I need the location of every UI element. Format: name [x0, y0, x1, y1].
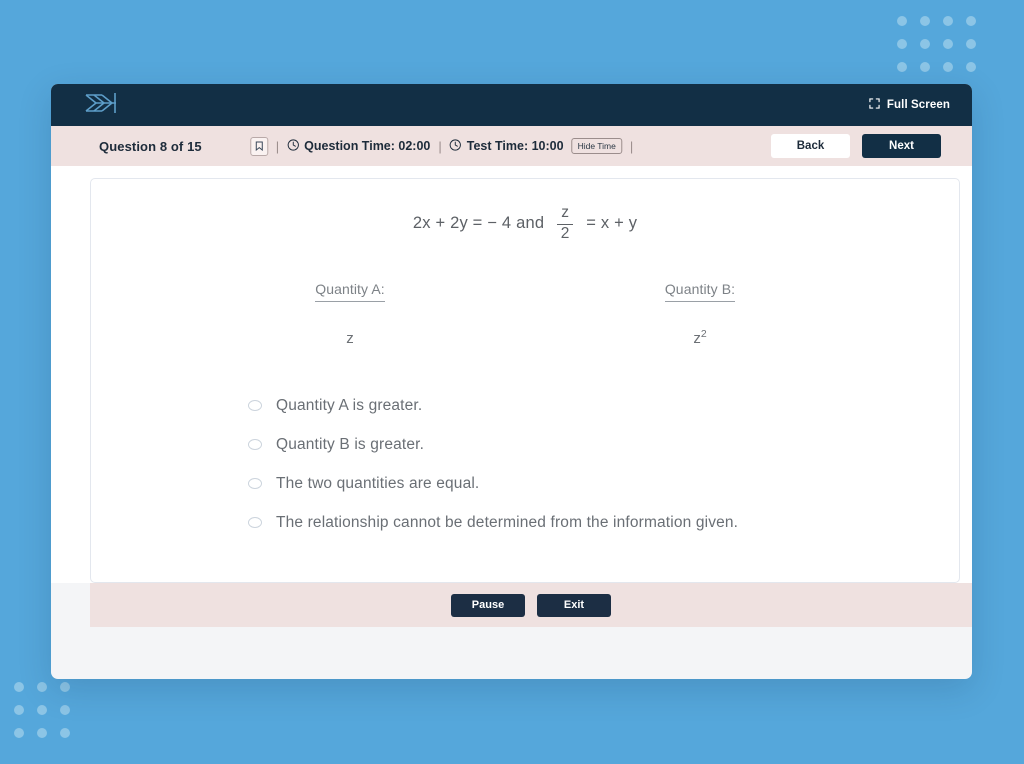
dot [60, 705, 70, 715]
decorative-dots-bottom-left [14, 682, 70, 738]
dot [943, 39, 953, 49]
question-timer: Question Time: 02:00 [287, 138, 431, 154]
dot [897, 62, 907, 72]
dot [897, 16, 907, 26]
equation-right: = x + y [586, 214, 638, 233]
answer-options: Quantity A is greater. Quantity B is gre… [125, 397, 925, 532]
dot [920, 16, 930, 26]
quantity-a-base: z [346, 329, 354, 347]
answer-option-b[interactable]: Quantity B is greater. [248, 436, 925, 454]
question-card: 2x + 2y = − 4 and z 2 = x + y Quantity A… [90, 178, 960, 583]
fraction-z-over-2: z 2 [557, 204, 574, 243]
dot [60, 728, 70, 738]
dot [37, 682, 47, 692]
answer-option-a[interactable]: Quantity A is greater. [248, 397, 925, 415]
toolbar-separator: | [438, 138, 442, 154]
toolbar-separator: | [629, 138, 634, 154]
equation-left: 2x + 2y = − 4 and [412, 214, 545, 233]
question-body-area: 2x + 2y = − 4 and z 2 = x + y Quantity A… [51, 166, 972, 583]
quantity-comparison: Quantity A: z Quantity B: z2 [125, 281, 925, 347]
arrow-fletching-logo[interactable] [84, 91, 124, 120]
answer-option-label: The two quantities are equal. [276, 474, 480, 492]
radio-button-icon[interactable] [248, 478, 262, 490]
test-window: Full Screen Question 8 of 15 | Question … [51, 84, 972, 679]
answer-option-label: Quantity A is greater. [276, 396, 423, 414]
dot [920, 62, 930, 72]
question-time-label: Question Time: 02:00 [304, 139, 431, 153]
dot [943, 16, 953, 26]
toolbar-center-group: | Question Time: 02:00 | Test Time: 10:0… [249, 136, 634, 156]
quantity-b-label: Quantity B: [664, 281, 736, 302]
toolbar-separator: | [275, 138, 280, 154]
clock-icon [287, 138, 299, 154]
dot [60, 682, 70, 692]
quantity-b-base: z [693, 329, 701, 347]
dot [14, 705, 24, 715]
app-header-bar: Full Screen [51, 84, 972, 126]
answer-option-label: The relationship cannot be determined fr… [276, 513, 739, 531]
pause-button[interactable]: Pause [451, 593, 525, 617]
quantity-a-label: Quantity A: [315, 281, 385, 302]
dot [920, 39, 930, 49]
next-button[interactable]: Next [862, 134, 941, 158]
exit-button[interactable]: Exit [537, 593, 611, 617]
dot [897, 39, 907, 49]
dot [966, 39, 976, 49]
bookmark-icon[interactable] [249, 136, 268, 156]
quantity-a-value: z [225, 328, 475, 347]
answer-option-c[interactable]: The two quantities are equal. [248, 475, 925, 493]
radio-button-icon[interactable] [248, 439, 262, 451]
answer-option-label: Quantity B is greater. [276, 435, 425, 453]
radio-button-icon[interactable] [248, 517, 262, 529]
dot [14, 728, 24, 738]
decorative-dots-top-right [897, 16, 976, 72]
question-counter: Question 8 of 15 [99, 138, 202, 154]
quantity-b-column: Quantity B: z2 [575, 281, 825, 347]
dot [966, 62, 976, 72]
column-spacer [475, 281, 575, 347]
footer-bar: Pause Exit [90, 583, 972, 627]
hide-time-button[interactable]: Hide Time [571, 138, 622, 154]
dot [943, 62, 953, 72]
dot [14, 682, 24, 692]
quantity-b-exponent: 2 [700, 327, 707, 340]
fraction-denominator: 2 [560, 225, 570, 243]
dot [37, 705, 47, 715]
navigation-buttons: Back Next [771, 134, 941, 158]
question-toolbar: Question 8 of 15 | Question Time: 02:00 … [51, 126, 972, 166]
dot [37, 728, 47, 738]
quantity-b-value: z2 [575, 328, 825, 347]
test-timer: Test Time: 10:00 [450, 138, 564, 154]
quantity-a-column: Quantity A: z [225, 281, 475, 347]
fraction-numerator: z [561, 204, 570, 221]
dot [966, 16, 976, 26]
answer-option-d[interactable]: The relationship cannot be determined fr… [248, 514, 925, 532]
back-button[interactable]: Back [771, 134, 850, 158]
radio-button-icon[interactable] [248, 400, 262, 412]
fullscreen-label: Full Screen [886, 99, 950, 111]
equation-statement: 2x + 2y = − 4 and z 2 = x + y [125, 204, 925, 243]
fullscreen-button[interactable]: Full Screen [869, 98, 950, 112]
test-time-label: Test Time: 10:00 [466, 139, 564, 153]
fullscreen-expand-icon [869, 98, 880, 112]
clock-icon [450, 138, 462, 154]
